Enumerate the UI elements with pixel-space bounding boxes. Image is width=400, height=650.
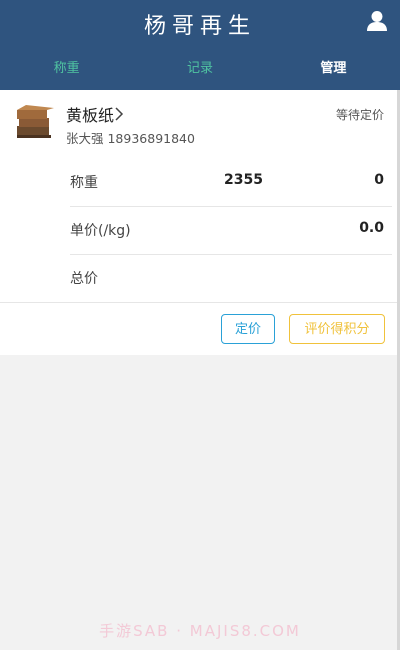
- weight-label: 称重: [70, 175, 98, 191]
- weight-row: 称重 2355 0: [70, 158, 392, 207]
- app-title: 杨哥再生: [143, 14, 256, 39]
- tab-bar: 称重 记录 管理: [0, 54, 400, 84]
- product-name[interactable]: 黄板纸: [66, 102, 114, 126]
- order-card: 黄板纸 等待定价 张大强 18936891840 称重 2355 0 单价(/k…: [0, 90, 400, 355]
- user-icon[interactable]: [366, 10, 388, 32]
- tab-manage[interactable]: 管理: [267, 54, 400, 84]
- status-text: 等待定价: [335, 108, 384, 122]
- total-price-label: 总价: [70, 271, 98, 287]
- unit-price-value: 0.0: [359, 220, 384, 236]
- watermark-text: 手游SAB · MAJIS8.COM: [99, 622, 301, 640]
- unit-price-row: 单价(/kg) 0.0: [70, 206, 392, 255]
- unit-price-label: 单价(/kg): [70, 223, 131, 239]
- total-price-row: 总价: [70, 254, 392, 302]
- rate-earn-points-button[interactable]: 评价得积分: [289, 314, 385, 344]
- tab-records[interactable]: 记录: [133, 54, 266, 84]
- chevron-right-icon[interactable]: [114, 106, 124, 122]
- contact-info: 张大强 18936891840: [66, 131, 195, 146]
- app-header: 杨哥再生 称重 记录 管理: [0, 0, 400, 90]
- weight-amount: 2355: [224, 172, 263, 188]
- paper-stack-icon: [17, 105, 54, 138]
- divider: [0, 302, 400, 303]
- set-price-button[interactable]: 定价: [221, 314, 275, 344]
- tab-weigh[interactable]: 称重: [0, 54, 133, 84]
- weight-value: 0: [374, 172, 384, 188]
